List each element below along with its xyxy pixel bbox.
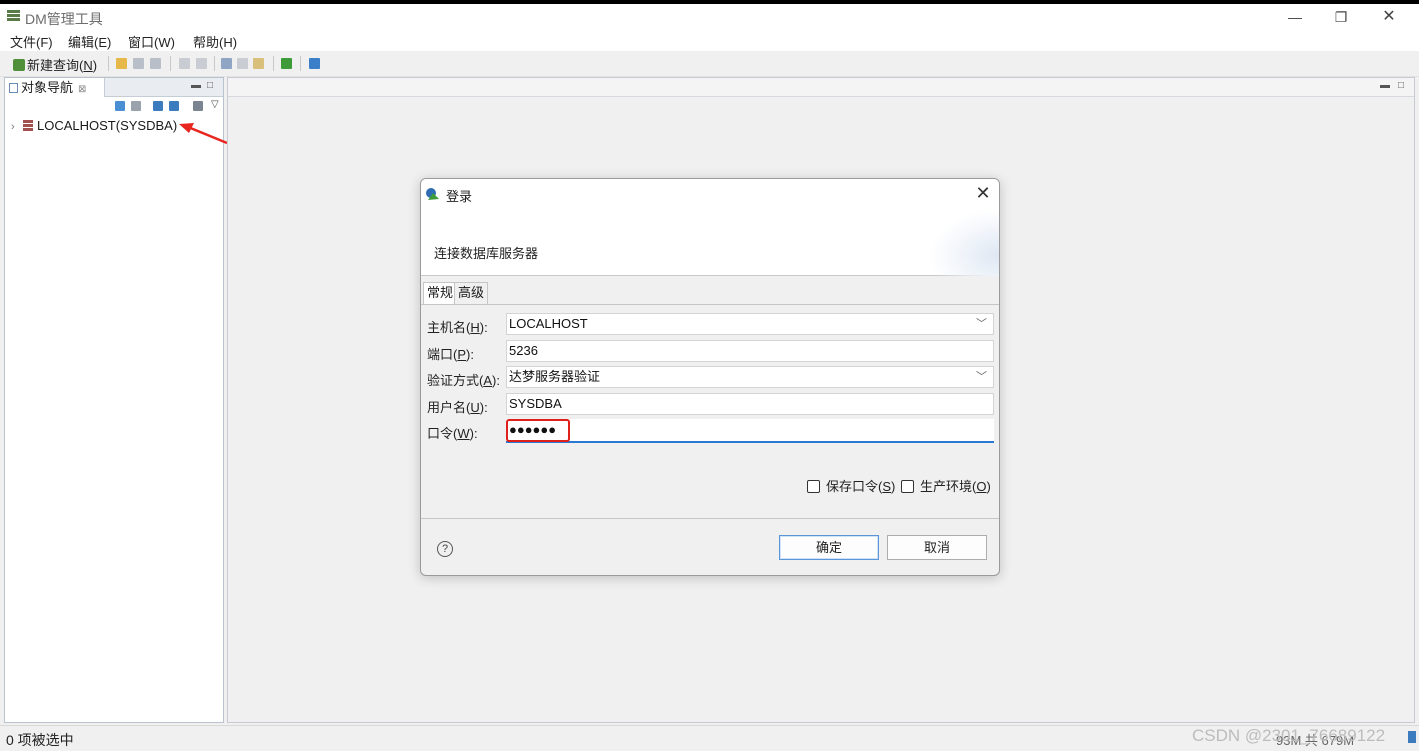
menu-help[interactable]: 帮助(H) — [193, 32, 237, 51]
new-query-shortcut: N — [83, 58, 93, 73]
save-password-checkbox[interactable]: 保存口令(S) — [807, 476, 895, 495]
object-navigator-panel: 对象导航 ⊠ ▬ □ ▽ › LOCALHOST(SYSDBA) — [4, 77, 224, 723]
tree-node-localhost[interactable]: › LOCALHOST(SYSDBA) — [11, 118, 177, 136]
auth-value: 达梦服务器验证 — [509, 369, 601, 384]
redo-icon[interactable] — [196, 58, 207, 69]
host-label: 主机名(H): — [427, 320, 488, 335]
save-all-icon[interactable] — [150, 58, 161, 69]
save-icon[interactable] — [133, 58, 144, 69]
toolbar-separator — [214, 56, 215, 71]
checkbox-icon — [807, 480, 820, 493]
toolbar-separator — [273, 56, 274, 71]
chevron-down-icon: ﹀ — [976, 371, 987, 383]
selection-status: 0 项被选中 — [6, 732, 74, 748]
menu-file[interactable]: 文件(F) — [10, 32, 53, 51]
navigator-tab-label: 对象导航 — [21, 80, 74, 95]
app-icon — [7, 10, 20, 24]
username-input[interactable]: SYSDBA — [506, 393, 994, 415]
navigator-toolbar: ▽ — [5, 98, 223, 115]
editor-tab-bar: ▬ □ — [228, 78, 1414, 97]
navigator-tab-bar: 对象导航 ⊠ ▬ □ — [5, 78, 223, 97]
navigator-icon — [9, 83, 18, 93]
new-query-label-prefix: 新建查询( — [27, 58, 84, 73]
title-bar: DM管理工具 — ❐ ✕ — [0, 4, 1419, 30]
undo-icon[interactable] — [179, 58, 190, 69]
production-env-checkbox[interactable]: 生产环境(O) — [901, 476, 991, 495]
tab-close-icon[interactable]: ⊠ — [78, 84, 86, 95]
toolbar-separator — [108, 56, 109, 71]
username-label: 用户名(U): — [427, 400, 488, 415]
expand-arrow-icon[interactable]: › — [11, 121, 21, 133]
tools-icon[interactable] — [281, 58, 292, 69]
login-icon — [426, 188, 439, 200]
toolbar-separator — [170, 56, 171, 71]
toolbar-separator — [300, 56, 301, 71]
dialog-title: 登录 — [446, 189, 473, 204]
menu-edit[interactable]: 编辑(E) — [68, 32, 111, 51]
dialog-close-button[interactable]: ✕ — [971, 181, 995, 205]
panel-minimize-icon[interactable]: ▬ — [191, 80, 201, 91]
tab-advanced[interactable]: 高级 — [454, 282, 489, 304]
tab-object-navigator[interactable]: 对象导航 ⊠ — [5, 78, 105, 97]
window-title: DM管理工具 — [25, 11, 103, 27]
watermark: CSDN @2301_76689122 — [1192, 726, 1386, 745]
dialog-tabs: 常规 高级 — [421, 282, 999, 305]
main-toolbar: 新建查询(N) — [0, 51, 1419, 77]
auth-select[interactable]: 达梦服务器验证 ﹀ — [506, 366, 994, 388]
cancel-button[interactable]: 取消 — [887, 535, 987, 560]
database-icon — [23, 120, 33, 131]
maximize-button[interactable]: ❐ — [1318, 4, 1364, 30]
host-value: LOCALHOST — [509, 316, 588, 331]
header-banner — [929, 209, 999, 276]
username-value: SYSDBA — [509, 396, 562, 411]
editor-maximize-icon[interactable]: □ — [1398, 80, 1404, 91]
host-select[interactable]: LOCALHOST ﹀ — [506, 313, 994, 335]
port-value: 5236 — [509, 343, 538, 358]
collapse-icon[interactable] — [193, 101, 203, 111]
dialog-header: 连接数据库服务器 — [421, 209, 999, 276]
new-query-button[interactable]: 新建查询(N) — [13, 55, 97, 74]
dialog-subtitle: 连接数据库服务器 — [434, 246, 539, 261]
login-dialog: 登录 ✕ 连接数据库服务器 常规 高级 主机名(H): LOCALHOST ﹀ … — [420, 178, 1000, 576]
auth-label: 验证方式(A): — [427, 373, 500, 388]
tab-general[interactable]: 常规 — [423, 282, 458, 305]
checkbox-icon — [901, 480, 914, 493]
panel-maximize-icon[interactable]: □ — [207, 80, 213, 91]
cut-icon[interactable] — [221, 58, 232, 69]
open-folder-icon[interactable] — [116, 58, 127, 69]
port-input[interactable]: 5236 — [506, 340, 994, 362]
paste-icon[interactable] — [253, 58, 264, 69]
dialog-title-bar: 登录 ✕ — [421, 179, 999, 209]
edit-icon[interactable] — [153, 101, 163, 111]
editor-minimize-icon[interactable]: ▬ — [1380, 80, 1390, 91]
menu-bar: 文件(F) 编辑(E) 窗口(W) 帮助(H) — [0, 30, 1419, 51]
ok-button[interactable]: 确定 — [779, 535, 879, 560]
view-menu-icon[interactable]: ▽ — [211, 99, 219, 110]
trash-icon[interactable] — [1408, 731, 1416, 743]
help-icon[interactable]: ? — [437, 541, 453, 557]
connect-icon[interactable] — [115, 101, 125, 111]
tree-node-label: LOCALHOST(SYSDBA) — [37, 118, 178, 133]
copy-icon[interactable] — [237, 58, 248, 69]
login-form: 主机名(H): LOCALHOST ﹀ 端口(P): 5236 验证方式(A):… — [421, 304, 999, 519]
home-icon[interactable] — [309, 58, 320, 69]
annotation-arrow-icon — [179, 123, 228, 145]
new-query-icon — [13, 59, 25, 71]
close-window-button[interactable]: ✕ — [1366, 4, 1412, 30]
minimize-button[interactable]: — — [1272, 4, 1318, 30]
new-query-label-suffix: ) — [92, 58, 98, 73]
password-value: ●●●●●● — [506, 419, 570, 442]
port-label: 端口(P): — [427, 347, 474, 362]
chevron-down-icon: ﹀ — [976, 318, 987, 330]
app-window: DM管理工具 — ❐ ✕ 文件(F) 编辑(E) 窗口(W) 帮助(H) 新建查… — [0, 4, 1419, 751]
menu-window[interactable]: 窗口(W) — [128, 32, 175, 51]
password-input[interactable]: ●●●●●● — [506, 419, 994, 443]
disconnect-icon[interactable] — [131, 101, 141, 111]
search-icon[interactable] — [169, 101, 179, 111]
password-label: 口令(W): — [427, 426, 478, 441]
